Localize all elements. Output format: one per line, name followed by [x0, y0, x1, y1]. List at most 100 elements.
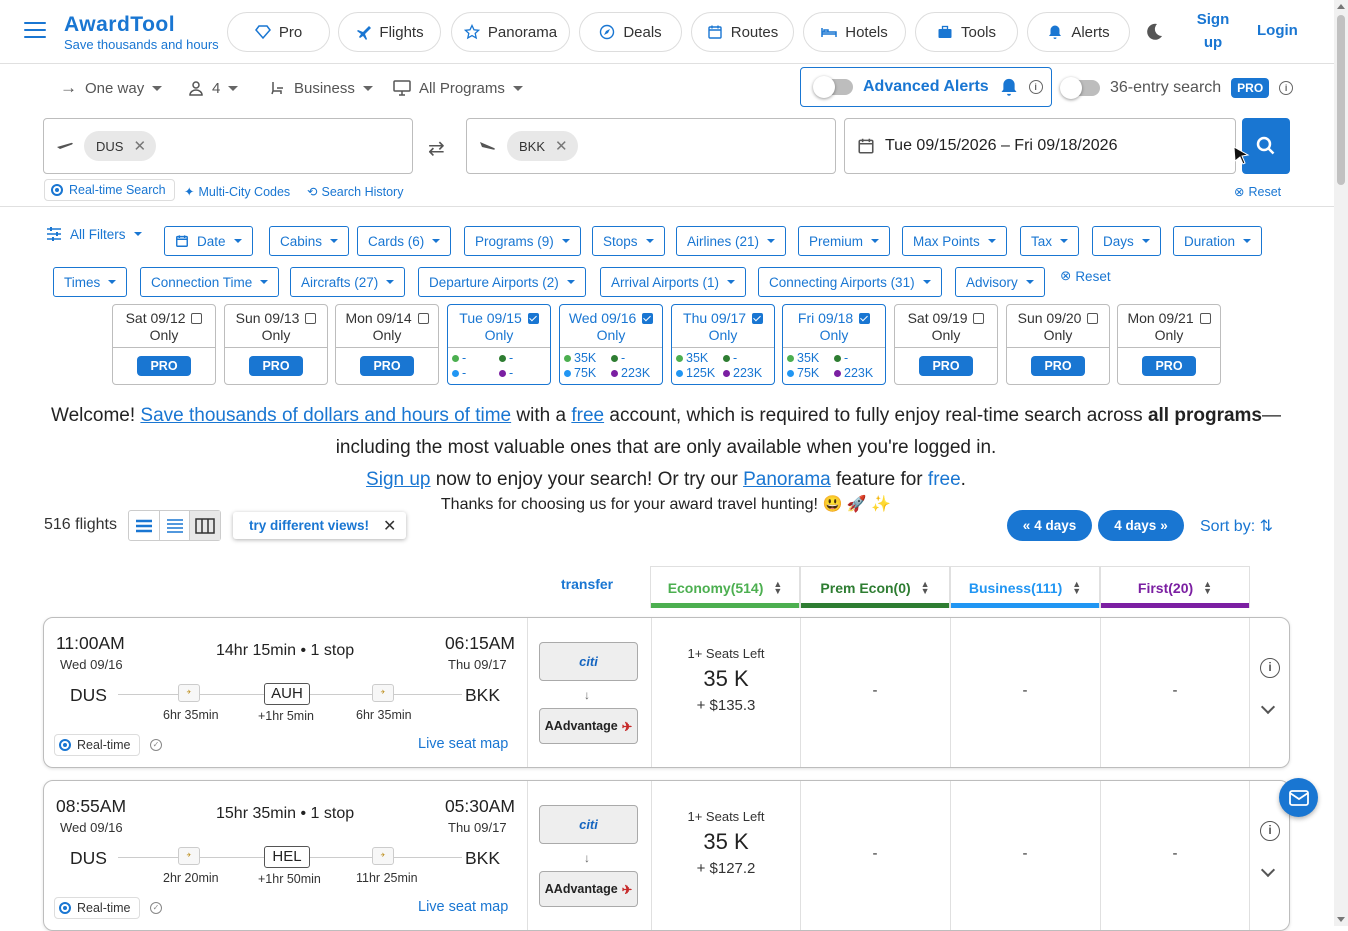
live-seat-map-link[interactable]: Live seat map [418, 736, 508, 752]
advanced-alerts-toggle[interactable] [813, 76, 853, 98]
pro-button[interactable]: PRO [137, 356, 191, 376]
filter-chip[interactable]: Cards (6) [357, 226, 452, 256]
filter-chip[interactable]: Premium [798, 226, 891, 256]
advanced-alerts-box[interactable]: Advanced Alerts i [800, 67, 1052, 107]
reset-filters-link[interactable]: ⊗ Reset [1060, 268, 1111, 284]
realtime-badge[interactable]: Real-time [54, 897, 140, 919]
realtime-search-option[interactable]: Real-time Search [44, 179, 175, 201]
day-card[interactable]: Mon 09/14 Only PRO [335, 304, 439, 385]
nav-deals[interactable]: Deals [579, 12, 682, 52]
nav-hotels[interactable]: Hotels [803, 12, 906, 52]
day-card[interactable]: Sun 09/20 Only PRO [1006, 304, 1110, 385]
programs-select[interactable]: All Programs [393, 78, 523, 98]
panorama-link[interactable]: Panorama [743, 469, 831, 490]
page-scrollbar[interactable] [1334, 0, 1348, 926]
entry-search-toggle[interactable] [1060, 77, 1100, 99]
cabin-column-header[interactable]: Prem Econ(0) ▲ ▼ [800, 566, 950, 608]
filter-chip[interactable]: Advisory [955, 267, 1045, 297]
info-icon[interactable]: i [1279, 81, 1294, 95]
search-history-link[interactable]: ⟲ Search History [307, 184, 403, 200]
day-card[interactable]: Wed 09/16 Only 35K - 75K 223K [559, 304, 663, 385]
login-link[interactable]: Login [1257, 22, 1298, 39]
chevron-down-icon[interactable] [1260, 699, 1276, 715]
all-filters-button[interactable]: All Filters [46, 226, 142, 242]
filter-chip[interactable]: Duration [1173, 226, 1263, 256]
nav-panorama[interactable]: Panorama [451, 12, 570, 52]
filter-chip[interactable]: Date [164, 226, 253, 256]
checkbox-icon[interactable] [417, 313, 429, 324]
nav-flights[interactable]: Flights [338, 12, 441, 52]
day-card[interactable]: Mon 09/21 Only PRO [1117, 304, 1221, 385]
filter-chip[interactable]: Programs (9) [464, 226, 581, 256]
day-card[interactable]: Tue 09/15 Only ---- [447, 304, 551, 385]
nav-pro[interactable]: Pro [227, 12, 330, 52]
credit-card-logo[interactable]: citi [539, 642, 638, 681]
filter-chip[interactable]: Airlines (21) [676, 226, 787, 256]
close-icon[interactable]: ✕ [555, 137, 568, 155]
checkbox-icon[interactable] [859, 313, 871, 324]
nav-alerts[interactable]: Alerts [1027, 12, 1130, 52]
checkbox-icon[interactable] [527, 313, 539, 324]
filter-chip[interactable]: Connecting Airports (31) [758, 267, 942, 297]
sort-by-button[interactable]: Sort by: ⇅ [1200, 516, 1273, 536]
pro-button[interactable]: PRO [249, 356, 303, 376]
economy-points[interactable]: 35 K [651, 666, 801, 692]
nav-tools[interactable]: Tools [915, 12, 1018, 52]
economy-points[interactable]: 35 K [651, 829, 801, 855]
chevron-down-icon[interactable] [1260, 862, 1276, 878]
origin-field[interactable]: DUS ✕ [43, 118, 413, 174]
flight-card[interactable]: 11:00AM Wed 09/16 14hr 15min • 1 stop 06… [43, 617, 1290, 768]
grid-view-button[interactable] [190, 511, 221, 540]
trip-type-select[interactable]: → One way [60, 78, 163, 98]
origin-chip[interactable]: DUS ✕ [84, 131, 157, 161]
filter-chip[interactable]: Times [53, 267, 128, 297]
pro-button[interactable]: PRO [360, 356, 414, 376]
program-logo[interactable]: AAdvantage ✈ [539, 708, 638, 744]
credit-card-logo[interactable]: citi [539, 805, 638, 844]
free-link[interactable]: free [571, 405, 604, 426]
filter-chip[interactable]: Arrival Airports (1) [600, 267, 747, 297]
day-card[interactable]: Sat 09/19 Only PRO [894, 304, 998, 385]
menu-icon[interactable] [24, 22, 46, 40]
day-card[interactable]: Sun 09/13 Only PRO [224, 304, 328, 385]
destination-field[interactable]: BKK ✕ [466, 118, 836, 174]
filter-chip[interactable]: Days [1092, 226, 1161, 256]
day-card[interactable]: Sat 09/12 Only PRO [112, 304, 216, 385]
day-card[interactable]: Fri 09/18 Only 35K - 75K 223K [782, 304, 886, 385]
cabin-column-header[interactable]: Business(111) ▲ ▼ [950, 566, 1100, 608]
checkbox-icon[interactable] [191, 313, 203, 324]
date-range-field[interactable]: Tue 09/15/2026 – Fri 09/18/2026 [844, 118, 1236, 174]
checkbox-icon[interactable] [751, 313, 763, 324]
next-days-button[interactable]: 4 days» [1098, 510, 1184, 541]
destination-chip[interactable]: BKK ✕ [507, 131, 578, 161]
save-thousands-link[interactable]: Save thousands of dollars and hours of t… [140, 405, 511, 426]
filter-chip[interactable]: Connection Time [140, 267, 280, 297]
pro-badge[interactable]: PRO [1231, 78, 1270, 98]
filter-chip[interactable]: Stops [592, 226, 665, 256]
nav-routes[interactable]: Routes [691, 12, 794, 52]
cabin-column-header[interactable]: Economy(514) ▲ ▼ [650, 566, 800, 608]
program-logo[interactable]: AAdvantage ✈ [539, 871, 638, 907]
checkbox-icon[interactable] [305, 313, 317, 324]
filter-chip[interactable]: Tax [1020, 226, 1080, 256]
checkbox-icon[interactable] [973, 313, 985, 324]
contact-button[interactable] [1279, 778, 1318, 817]
checkbox-icon[interactable] [1199, 313, 1211, 324]
pro-button[interactable]: PRO [1031, 356, 1085, 376]
info-icon[interactable]: i [1260, 821, 1280, 841]
close-icon[interactable]: ✕ [383, 516, 396, 536]
multi-city-link[interactable]: ✦ Multi-City Codes [184, 184, 290, 200]
close-icon[interactable]: ✕ [133, 137, 146, 155]
realtime-badge[interactable]: Real-time [54, 734, 140, 756]
info-icon[interactable]: i [1260, 658, 1280, 678]
signup-link[interactable]: Sign up [366, 469, 430, 490]
day-card[interactable]: Thu 09/17 Only 35K - 125K 223K [671, 304, 775, 385]
live-seat-map-link[interactable]: Live seat map [418, 899, 508, 915]
prev-days-button[interactable]: «4 days [1007, 510, 1092, 541]
filter-chip[interactable]: Max Points [902, 226, 1007, 256]
dark-mode-icon[interactable] [1144, 22, 1164, 42]
checkbox-icon[interactable] [1087, 313, 1099, 324]
list-view-button[interactable] [129, 511, 160, 540]
compact-view-button[interactable] [160, 511, 191, 540]
passengers-select[interactable]: 4 [188, 78, 239, 98]
